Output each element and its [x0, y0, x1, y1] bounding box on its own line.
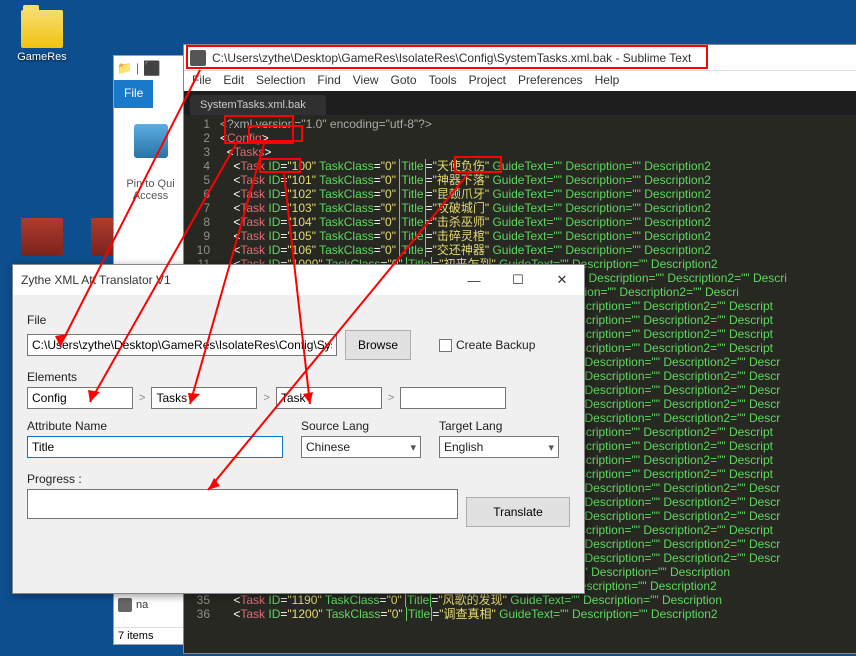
folder-label: GameRes — [12, 51, 72, 63]
dialog-titlebar: Zythe XML Att Translator V1 — ☐ ✕ — [13, 265, 584, 295]
chevron-right-icon: > — [139, 392, 145, 404]
sublime-icon — [190, 50, 206, 66]
tgt-lang-dropdown[interactable]: English — [439, 436, 559, 458]
explorer-statusbar: 7 items — [114, 627, 187, 644]
editor-tab[interactable]: SystemTasks.xml.bak — [190, 95, 326, 115]
elements-label: Elements — [27, 370, 570, 384]
element-input-0[interactable] — [27, 387, 133, 409]
element-input-1[interactable] — [151, 387, 257, 409]
sublime-title: C:\Users\zythe\Desktop\GameRes\IsolateRe… — [212, 51, 691, 65]
generic-icon — [118, 598, 132, 612]
menu-view[interactable]: View — [353, 73, 379, 89]
desktop-winrar-1[interactable] — [12, 218, 72, 259]
element-input-2[interactable] — [276, 387, 382, 409]
translate-button[interactable]: Translate — [466, 497, 570, 527]
sublime-titlebar: C:\Users\zythe\Desktop\GameRes\IsolateRe… — [184, 45, 856, 71]
menu-preferences[interactable]: Preferences — [518, 73, 583, 89]
maximize-button[interactable]: ☐ — [496, 265, 540, 295]
explorer-ribbon: File — [114, 80, 187, 108]
menu-help[interactable]: Help — [595, 73, 620, 89]
create-backup-label: Create Backup — [456, 338, 535, 352]
menu-tools[interactable]: Tools — [429, 73, 457, 89]
tgt-lang-label: Target Lang — [439, 419, 559, 433]
quick-access-toolbar[interactable]: ⬛ — [143, 60, 160, 77]
minimize-button[interactable]: — — [452, 265, 496, 295]
file-tab[interactable]: File — [114, 80, 153, 108]
dialog-title: Zythe XML Att Translator V1 — [21, 273, 452, 287]
create-backup-checkbox[interactable] — [439, 339, 452, 352]
nav-na[interactable]: na — [114, 596, 187, 614]
menu-project[interactable]: Project — [469, 73, 506, 89]
menu-find[interactable]: Find — [317, 73, 340, 89]
sublime-menubar: File Edit Selection Find View Goto Tools… — [184, 71, 856, 91]
desktop-folder-gameres[interactable]: GameRes — [12, 10, 72, 63]
attr-name-input[interactable] — [27, 436, 283, 458]
sublime-tabbar: SystemTasks.xml.bak — [184, 91, 856, 115]
browse-button[interactable]: Browse — [345, 330, 411, 360]
file-input[interactable] — [27, 334, 337, 356]
src-lang-dropdown[interactable]: Chinese — [301, 436, 421, 458]
attr-name-label: Attribute Name — [27, 419, 283, 433]
menu-file[interactable]: File — [192, 73, 211, 89]
winrar-icon — [21, 218, 63, 256]
pin-quick-access[interactable]: Pin to Qui Access — [119, 178, 182, 202]
menu-goto[interactable]: Goto — [391, 73, 417, 89]
src-lang-label: Source Lang — [301, 419, 421, 433]
translator-dialog[interactable]: Zythe XML Att Translator V1 — ☐ ✕ File B… — [12, 264, 585, 594]
folder-icon — [21, 10, 63, 48]
folder-small-icon: 📁 — [117, 61, 132, 75]
menu-selection[interactable]: Selection — [256, 73, 305, 89]
chevron-right-icon: > — [263, 392, 269, 404]
chevron-right-icon: > — [388, 392, 394, 404]
progress-display — [27, 489, 458, 519]
close-button[interactable]: ✕ — [540, 265, 584, 295]
pin-icon — [134, 124, 168, 158]
element-input-3[interactable] — [400, 387, 506, 409]
menu-edit[interactable]: Edit — [223, 73, 244, 89]
file-label: File — [27, 313, 570, 327]
explorer-titlebar: 📁 | ⬛ — [114, 56, 187, 80]
progress-label: Progress : — [27, 472, 570, 486]
